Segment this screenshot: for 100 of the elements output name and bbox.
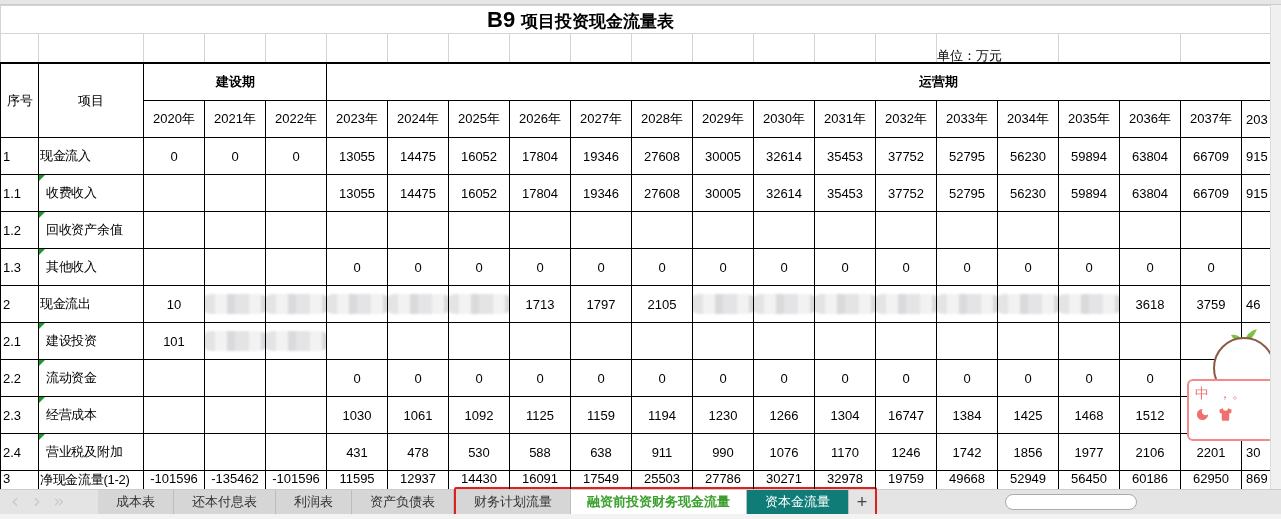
table-header-cell: 序号: [0, 63, 39, 138]
table-cell: 1.2: [0, 211, 39, 249]
table-cell: 0: [1119, 248, 1181, 286]
table-cell: 1076: [753, 433, 815, 471]
table-cell: 经营成本: [38, 396, 144, 434]
table-cell: 0: [326, 248, 388, 286]
table-header-cell: 2020年: [143, 100, 205, 138]
table-cell: 0: [631, 359, 693, 397]
table-header-cell: 2032年: [875, 100, 937, 138]
table-cell: 0: [387, 359, 449, 397]
table-cell: 现金流入: [38, 137, 144, 175]
table-cell: 3759: [1180, 285, 1242, 323]
table-cell: 0: [692, 359, 754, 397]
table-cell: 101: [143, 322, 205, 360]
table-cell: 建设投资: [38, 322, 144, 360]
table-cell: 27608: [631, 137, 693, 175]
table-cell: 35453: [814, 137, 876, 175]
table-cell: 1159: [570, 396, 632, 434]
table-cell: 10: [143, 285, 205, 323]
sheet-tab[interactable]: 资产负债表: [352, 490, 454, 514]
table-cell: 30005: [692, 137, 754, 175]
table-cell: 1230: [692, 396, 754, 434]
table-cell: 2105: [631, 285, 693, 323]
table-cell: 990: [692, 433, 754, 471]
table-cell: 1246: [875, 433, 937, 471]
sheet-tab[interactable]: 资本金流量: [747, 490, 849, 514]
table-cell: 16052: [448, 137, 510, 175]
table-header-cell: 2024年: [387, 100, 449, 138]
sheet-tab[interactable]: 利润表: [276, 490, 352, 514]
table-cell: 1742: [936, 433, 998, 471]
table-cell: 588: [509, 433, 571, 471]
table-cell: 14475: [387, 137, 449, 175]
table-cell: 0: [753, 248, 815, 286]
table-cell: 13055: [326, 174, 388, 212]
table-cell: 1468: [1058, 396, 1120, 434]
table-cell: 1194: [631, 396, 693, 434]
table-cell: 回收资产余值: [38, 211, 144, 249]
table-cell: 59894: [1058, 137, 1120, 175]
table-header-cell: 2023年: [326, 100, 388, 138]
table-cell: 0: [1180, 248, 1242, 286]
table-cell: 0: [570, 248, 632, 286]
table-cell: 2106: [1119, 433, 1181, 471]
table-cell: 0: [814, 248, 876, 286]
table-cell: 0: [692, 248, 754, 286]
table-cell: 其他收入: [38, 248, 144, 286]
table-header-cell: 项目: [38, 63, 144, 138]
unit-label: 单位：万元: [937, 48, 1002, 62]
table-cell: 66709: [1180, 174, 1242, 212]
table-cell: 2.2: [0, 359, 39, 397]
table-cell: 0: [143, 137, 205, 175]
table-cell: 19346: [570, 137, 632, 175]
table-cell: 1856: [997, 433, 1059, 471]
table-cell: 911: [631, 433, 693, 471]
table-cell: 收费收入: [38, 174, 144, 212]
table-cell: 1266: [753, 396, 815, 434]
table-cell: 52795: [936, 174, 998, 212]
table-cell: 17804: [509, 174, 571, 212]
sheet-tab[interactable]: 成本表: [98, 490, 174, 514]
sheet-tab[interactable]: 还本付息表: [174, 490, 276, 514]
table-cell: 59894: [1058, 174, 1120, 212]
table-cell: 0: [936, 248, 998, 286]
sheet-tab[interactable]: 财务计划流量: [456, 490, 571, 514]
table-cell: 17804: [509, 137, 571, 175]
table-cell: 1977: [1058, 433, 1120, 471]
moon-icon[interactable]: [1195, 407, 1210, 422]
table-cell: 0: [875, 359, 937, 397]
table-cell: 1170: [814, 433, 876, 471]
table-header-cell: 2033年: [936, 100, 998, 138]
vertical-scrollbar[interactable]: [1270, 5, 1281, 489]
table-cell: 1.1: [0, 174, 39, 212]
table-cell: 30005: [692, 174, 754, 212]
table-cell: 0: [631, 248, 693, 286]
table-cell: 431: [326, 433, 388, 471]
table-cell: 1304: [814, 396, 876, 434]
shirt-icon[interactable]: [1218, 407, 1233, 422]
table-header-cell: 2034年: [997, 100, 1059, 138]
table-cell: 56230: [997, 174, 1059, 212]
table-cell: 现金流出: [38, 285, 144, 323]
table-cell: 1125: [509, 396, 571, 434]
table-cell: 0: [387, 248, 449, 286]
table-header-cell: 2035年: [1058, 100, 1120, 138]
table-header-cell: 2026年: [509, 100, 571, 138]
table-cell: 638: [570, 433, 632, 471]
table-cell: 63804: [1119, 137, 1181, 175]
table-cell: 1061: [387, 396, 449, 434]
table-cell: 27608: [631, 174, 693, 212]
table-header-cell: 2028年: [631, 100, 693, 138]
table-cell: 0: [509, 248, 571, 286]
table-cell: 35453: [814, 174, 876, 212]
sheet-title: B9 项目投资现金流量表: [487, 10, 675, 31]
table-cell: 1: [0, 137, 39, 175]
table-cell: 0: [1119, 359, 1181, 397]
table-cell: 16052: [448, 174, 510, 212]
table-cell: 14475: [387, 174, 449, 212]
last-sheet-icon[interactable]: [52, 495, 66, 509]
table-cell: 0: [1058, 359, 1120, 397]
table-header-cell: 2021年: [204, 100, 266, 138]
table-header-cell: 2027年: [570, 100, 632, 138]
table-cell: 0: [997, 359, 1059, 397]
table-cell: 0: [204, 137, 266, 175]
